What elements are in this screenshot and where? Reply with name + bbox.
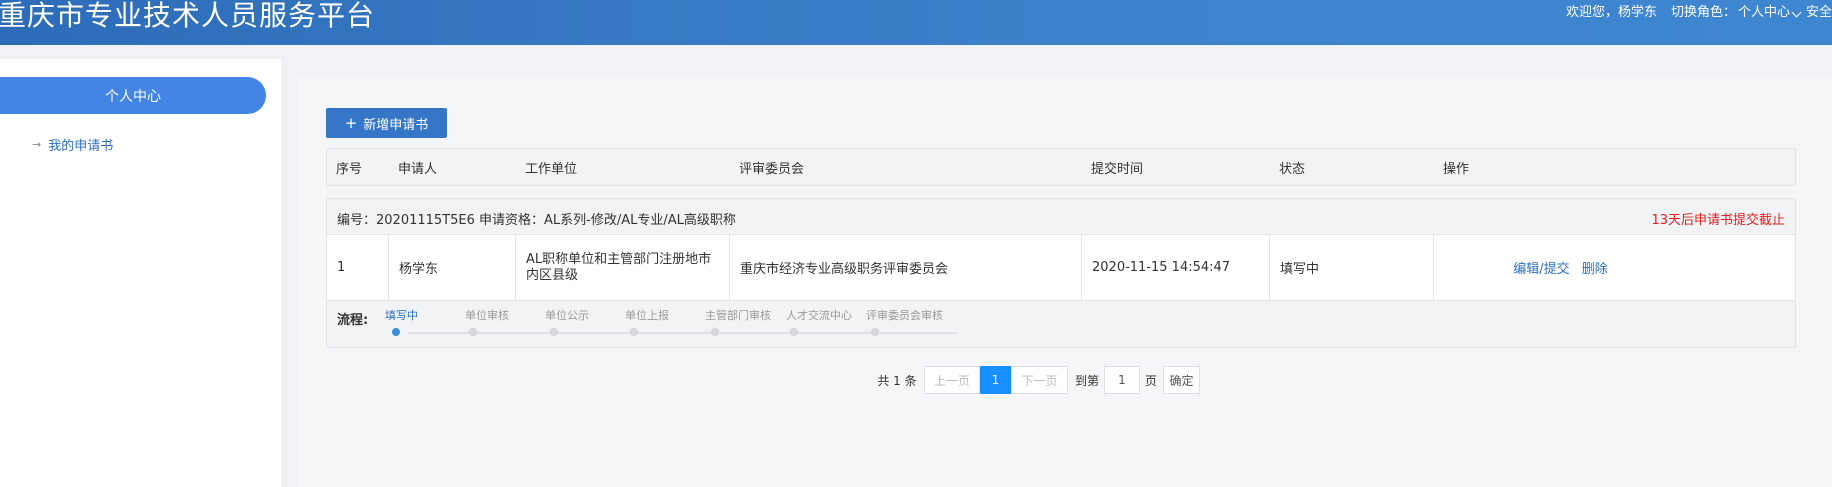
top-header: 重庆市专业技术人员服务平台 欢迎您，杨学东 切换角色： 个人中心 安全 xyxy=(0,0,1832,45)
role-switch-value: 个人中心 xyxy=(1737,4,1790,20)
arrow-right-icon: → xyxy=(32,138,42,151)
safety-link[interactable]: 安全 xyxy=(1806,1,1832,20)
flow-step-unit-review: 单位审核 xyxy=(465,309,509,322)
column-header-applicant: 申请人 xyxy=(398,161,438,177)
cell-submit-time: 2020-11-15 14:54:47 xyxy=(1082,235,1270,300)
sidebar: 个人中心 → 我的申请书 xyxy=(0,59,281,487)
cell-status: 填写中 xyxy=(1270,235,1434,300)
delete-link[interactable]: 删除 xyxy=(1582,262,1608,277)
table-row: 1 杨学东 AL职称单位和主管部门注册地市内区县级 重庆市经济专业高级职务评审委… xyxy=(326,235,1796,301)
pagination-total: 共 1 条 xyxy=(877,373,917,388)
goto-label: 到第 xyxy=(1074,373,1099,388)
cell-applicant: 杨学东 xyxy=(389,235,516,300)
flow-dot xyxy=(790,328,798,336)
cell-index: 1 xyxy=(327,235,389,300)
goto-confirm-button[interactable]: 确定 xyxy=(1163,366,1200,394)
table-header: 序号 申请人 工作单位 评审委员会 提交时间 状态 操作 xyxy=(326,148,1796,186)
cell-actions: 编辑/提交 删除 xyxy=(1434,235,1797,300)
flow-dot xyxy=(392,328,400,336)
column-header-status: 状态 xyxy=(1279,161,1306,177)
flow-step-talent-center: 人才交流中心 xyxy=(786,309,852,322)
flow-step-unit-report: 单位上报 xyxy=(625,309,669,322)
next-page-button[interactable]: 下一页 xyxy=(1011,366,1068,394)
add-application-label: 新增申请书 xyxy=(363,117,429,133)
application-group-header: 编号：20201115T5E6 申请资格：AL系列-修改/AL专业/AL高级职称… xyxy=(326,198,1796,235)
sidebar-item-my-applications[interactable]: → 我的申请书 xyxy=(32,135,113,154)
process-flow: 流程: 填写中 单位审核 单位公示 单位上报 主管部门审核 人才交流中心 评审委… xyxy=(326,301,1796,348)
column-header-actions: 操作 xyxy=(1443,161,1470,177)
welcome-text: 欢迎您，杨学东 xyxy=(1565,4,1657,20)
role-switch-label: 切换角色： xyxy=(1670,4,1736,20)
sidebar-section-personal-center[interactable]: 个人中心 xyxy=(0,77,266,114)
flow-dot xyxy=(630,328,638,336)
column-header-submit-time: 提交时间 xyxy=(1091,161,1144,177)
role-switch-dropdown[interactable]: 个人中心 xyxy=(1738,1,1806,20)
sidebar-item-label: 我的申请书 xyxy=(48,139,114,154)
edit-submit-link[interactable]: 编辑/提交 xyxy=(1513,262,1569,277)
add-application-button[interactable]: + 新增申请书 xyxy=(326,108,447,138)
flow-label: 流程: xyxy=(337,313,369,328)
flow-dot xyxy=(469,328,477,336)
flow-step-committee-review: 评审委员会审核 xyxy=(866,309,943,322)
site-title: 重庆市专业技术人员服务平台 xyxy=(0,0,376,32)
flow-step-unit-publicity: 单位公示 xyxy=(545,309,589,322)
prev-page-button[interactable]: 上一页 xyxy=(924,366,980,394)
user-bar: 欢迎您，杨学东 切换角色： 个人中心 安全 xyxy=(1565,1,1832,20)
page-number-current[interactable]: 1 xyxy=(980,366,1011,394)
page-unit-label: 页 xyxy=(1144,373,1157,388)
main-panel: + 新增申请书 序号 申请人 工作单位 评审委员会 提交时间 状态 操作 编号：… xyxy=(297,78,1832,487)
pagination: 共 1 条 上一页 1 下一页 到第 1 页 确定 xyxy=(297,366,1832,394)
chevron-down-icon xyxy=(1791,7,1802,17)
flow-dot xyxy=(871,328,879,336)
deadline-notice: 13天后申请书提交截止 xyxy=(1651,213,1785,228)
column-header-committee: 评审委员会 xyxy=(739,161,805,177)
flow-step-filling: 填写中 xyxy=(385,309,418,322)
cell-work-unit: AL职称单位和主管部门注册地市内区县级 xyxy=(516,235,730,300)
column-header-index: 序号 xyxy=(336,161,363,177)
flow-dot xyxy=(711,328,719,336)
flow-step-dept-review: 主管部门审核 xyxy=(705,309,771,322)
flow-dot xyxy=(550,328,558,336)
goto-page-input[interactable]: 1 xyxy=(1104,366,1140,394)
plus-icon: + xyxy=(344,113,358,132)
cell-committee: 重庆市经济专业高级职务评审委员会 xyxy=(730,235,1082,300)
column-header-work-unit: 工作单位 xyxy=(525,161,578,177)
application-code: 编号：20201115T5E6 申请资格：AL系列-修改/AL专业/AL高级职称 xyxy=(337,213,736,228)
